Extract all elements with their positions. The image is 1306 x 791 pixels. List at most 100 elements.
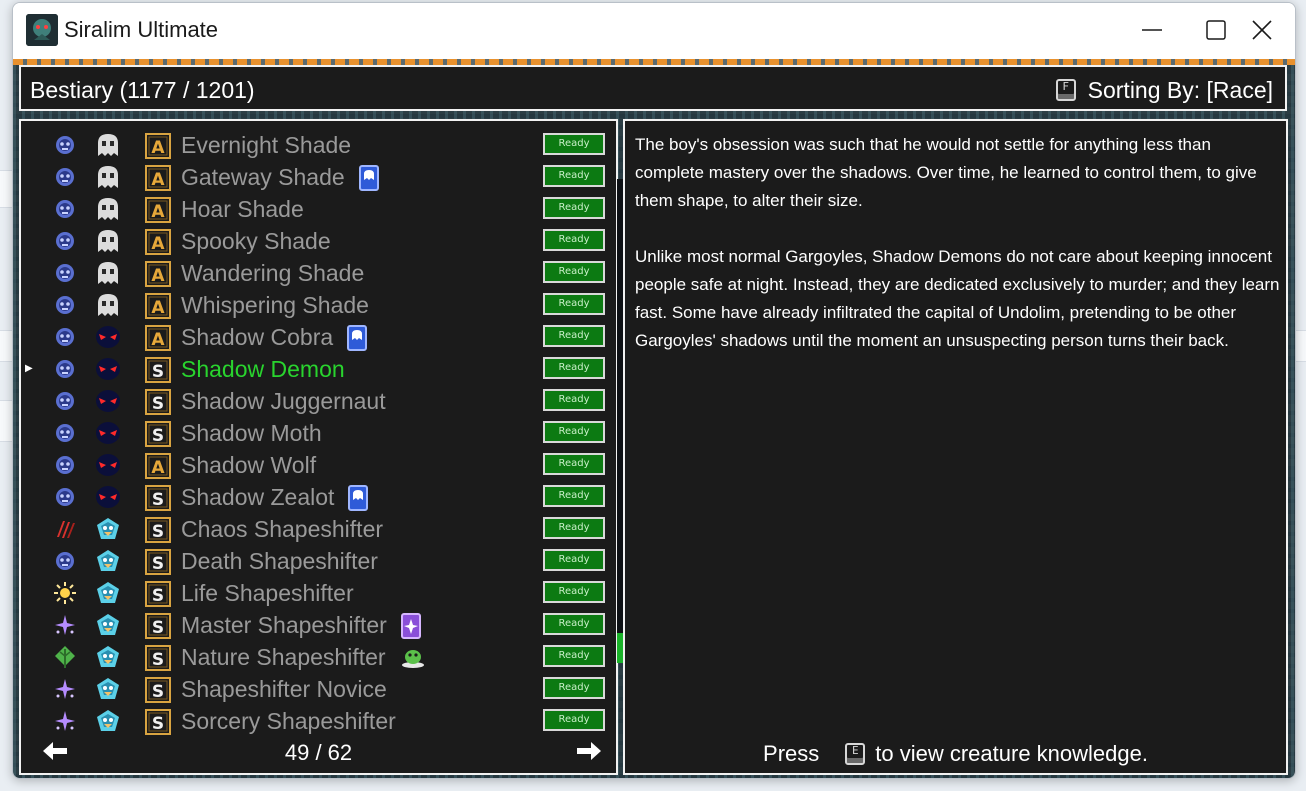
creature-row[interactable]: S Shadow Juggernaut Ready [21,385,616,417]
rank-s-icon: S [145,517,171,543]
creature-row[interactable]: A Gateway Shade Ready [21,161,616,193]
sorcery-class-icon [53,613,77,637]
shapeshifter-race-icon [95,581,119,605]
ghost-race-icon [95,293,119,317]
creature-row[interactable]: S Master Shapeshifter Ready [21,609,616,641]
blue-card-icon [348,485,370,511]
ghost-race-icon [95,165,119,189]
creature-row[interactable]: S Chaos Shapeshifter Ready [21,513,616,545]
creature-row[interactable]: S Sorcery Shapeshifter Ready [21,705,616,737]
creature-row[interactable]: A Hoar Shade Ready [21,193,616,225]
ghost-race-icon [95,261,119,285]
press-label: Press [763,741,820,766]
creature-list: A Evernight Shade Ready A Gateway Shade Ready… [21,129,616,737]
creature-row[interactable]: A Shadow Wolf Ready [21,449,616,481]
creature-row[interactable]: A Whispering Shade Ready [21,289,616,321]
ready-badge: Ready [543,549,605,571]
creature-name: Spooky Shade [181,228,331,254]
creature-row[interactable]: S Shadow Zealot Ready [21,481,616,513]
shadow-demon-race-icon [95,421,120,445]
sorcery-class-icon [53,709,77,733]
ghost-race-icon [95,197,119,221]
rank-a-icon: A [145,453,171,479]
shadow-demon-race-icon [95,485,120,509]
creature-name: Death Shapeshifter [181,548,378,574]
ready-badge: Ready [543,709,605,731]
window-title: Siralim Ultimate [64,17,219,42]
creature-name: Sorcery Shapeshifter [181,708,396,734]
creature-name: Hoar Shade [181,196,304,222]
svg-text:S: S [152,522,164,542]
creature-name: Shapeshifter Novice [181,676,387,702]
creature-list-panel: A Evernight Shade Ready A Gateway Shade Ready… [19,119,618,775]
creature-name: Gateway Shade [181,164,345,190]
creature-row[interactable]: S Shadow Moth Ready [21,417,616,449]
rank-s-icon: S [145,421,171,447]
app-window: Siralim Ultimate Bestiary (1177 / 1201) … [12,2,1296,779]
creature-row[interactable]: S Death Shapeshifter Ready [21,545,616,577]
minimize-button[interactable] [1121,3,1185,59]
rank-s-icon: S [145,389,171,415]
death-class-icon [53,325,77,349]
ready-badge: Ready [543,485,605,507]
ready-badge: Ready [543,389,605,411]
shapeshifter-race-icon [95,709,119,733]
next-page-button[interactable] [575,739,603,763]
ghost-race-icon [95,133,119,157]
shapeshifter-race-icon [95,613,119,637]
game-viewport: Bestiary (1177 / 1201) F Sorting By: [Ra… [13,59,1295,778]
ready-badge: Ready [543,293,605,315]
death-class-icon [53,293,77,317]
creature-name: Life Shapeshifter [181,580,354,606]
rank-s-icon: S [145,549,171,575]
ready-badge: Ready [543,165,605,187]
ready-badge: Ready [543,325,605,347]
pager: 49 / 62 [21,737,616,771]
death-class-icon [53,165,77,189]
creature-row[interactable]: S Life Shapeshifter Ready [21,577,616,609]
creature-name: Shadow Wolf [181,452,317,478]
rank-s-icon: S [145,581,171,607]
death-class-icon [53,133,77,157]
ghost-race-icon [95,229,119,253]
svg-text:S: S [152,586,164,606]
shapeshifter-race-icon [95,677,119,701]
rank-a-icon: A [145,261,171,287]
svg-text:S: S [152,394,164,414]
ready-badge: Ready [543,229,605,251]
death-class-icon [53,421,77,445]
death-class-icon [53,549,77,573]
green-creature-icon [400,645,424,671]
title-bar[interactable]: Siralim Ultimate [13,3,1295,59]
creature-row[interactable]: A Spooky Shade Ready [21,225,616,257]
rank-a-icon: A [145,197,171,223]
creature-row[interactable]: A Evernight Shade Ready [21,129,616,161]
f-key-icon: F [1055,79,1076,101]
creature-row[interactable]: A Shadow Cobra Ready [21,321,616,353]
life-class-icon [53,581,77,605]
close-button[interactable] [1231,3,1295,59]
ready-badge: Ready [543,133,605,155]
rank-a-icon: A [145,325,171,351]
creature-row[interactable]: S Nature Shapeshifter Ready [21,641,616,673]
blue-card-icon [359,165,381,191]
ready-badge: Ready [543,677,605,699]
bestiary-title: Bestiary (1177 / 1201) [30,77,255,103]
death-class-icon [53,485,77,509]
creature-row[interactable]: A Wandering Shade Ready [21,257,616,289]
purple-card-icon [401,613,423,639]
creature-row[interactable]: S Shapeshifter Novice Ready [21,673,616,705]
svg-text:A: A [151,330,165,350]
ready-badge: Ready [543,581,605,603]
creature-name: Wandering Shade [181,260,365,286]
rank-a-icon: A [145,229,171,255]
e-key-icon: E [845,743,866,765]
sorcery-class-icon [53,677,77,701]
shapeshifter-race-icon [95,549,119,573]
ready-badge: Ready [543,357,605,379]
sort-control[interactable]: F Sorting By: [Race] [1055,76,1273,104]
app-icon [26,14,58,46]
creature-row[interactable]: ▶ S Shadow Demon Ready [21,353,616,385]
close-icon [1252,20,1272,40]
ready-badge: Ready [543,421,605,443]
